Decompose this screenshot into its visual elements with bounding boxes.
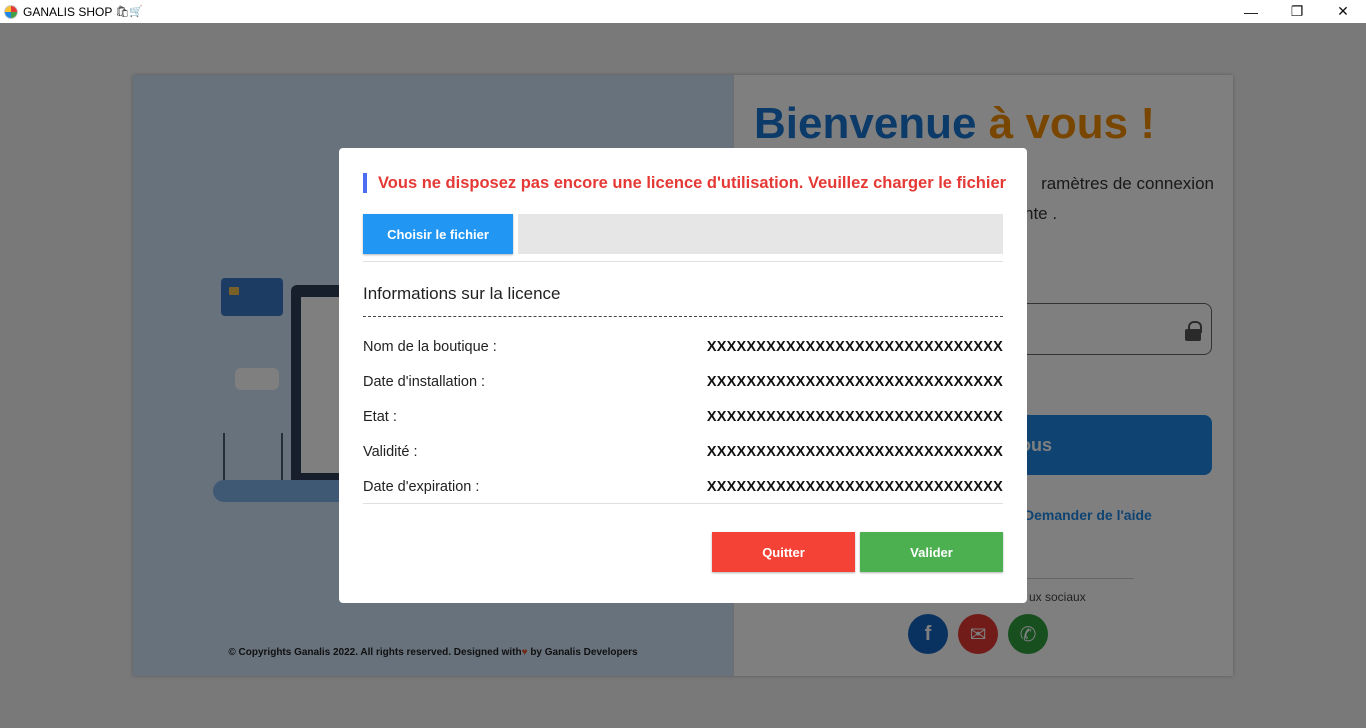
shop-cart-icon: 🛍🛒 xyxy=(115,6,144,18)
file-path-input[interactable] xyxy=(518,214,1003,254)
window-title: GANALIS SHOP xyxy=(23,4,113,19)
info-value: XXXXXXXXXXXXXXXXXXXXXXXXXXXXXX xyxy=(706,409,1003,425)
minimize-button[interactable]: — xyxy=(1228,0,1274,23)
info-value: XXXXXXXXXXXXXXXXXXXXXXXXXXXXXX xyxy=(706,374,1003,390)
info-row-validity: Validité : XXXXXXXXXXXXXXXXXXXXXXXXXXXXX… xyxy=(363,442,1003,462)
info-row-install-date: Date d'installation : XXXXXXXXXXXXXXXXXX… xyxy=(363,372,1003,392)
quit-button[interactable]: Quitter xyxy=(712,532,855,572)
window-titlebar: GANALIS SHOP 🛍🛒 — ❐ ✕ xyxy=(0,0,1366,23)
choose-file-button[interactable]: Choisir le fichier xyxy=(363,214,513,254)
info-value: XXXXXXXXXXXXXXXXXXXXXXXXXXXXXX xyxy=(706,444,1003,460)
info-row-expiry-date: Date d'expiration : XXXXXXXXXXXXXXXXXXXX… xyxy=(363,477,1003,497)
info-label: Date d'installation : xyxy=(363,374,486,390)
validate-button[interactable]: Valider xyxy=(860,532,1003,572)
modal-separator-bottom xyxy=(363,503,1003,504)
license-modal: Vous ne disposez pas encore une licence … xyxy=(339,148,1027,603)
modal-title: Vous ne disposez pas encore une licence … xyxy=(363,173,1006,193)
restore-button[interactable]: ❐ xyxy=(1274,0,1320,23)
license-info-divider xyxy=(363,316,1003,317)
info-row-shop-name: Nom de la boutique : XXXXXXXXXXXXXXXXXXX… xyxy=(363,337,1003,357)
info-label: Etat : xyxy=(363,409,397,425)
info-value: XXXXXXXXXXXXXXXXXXXXXXXXXXXXXX xyxy=(706,479,1003,495)
window-controls: — ❐ ✕ xyxy=(1228,0,1366,23)
info-row-state: Etat : XXXXXXXXXXXXXXXXXXXXXXXXXXXXXX xyxy=(363,407,1003,427)
info-label: Date d'expiration : xyxy=(363,479,480,495)
info-label: Nom de la boutique : xyxy=(363,339,497,355)
close-window-button[interactable]: ✕ xyxy=(1320,0,1366,23)
license-info-title: Informations sur la licence xyxy=(363,284,561,303)
app-logo-icon xyxy=(4,4,18,19)
info-value: XXXXXXXXXXXXXXXXXXXXXXXXXXXXXX xyxy=(706,339,1003,355)
info-label: Validité : xyxy=(363,444,418,460)
modal-separator-top xyxy=(363,261,1003,262)
